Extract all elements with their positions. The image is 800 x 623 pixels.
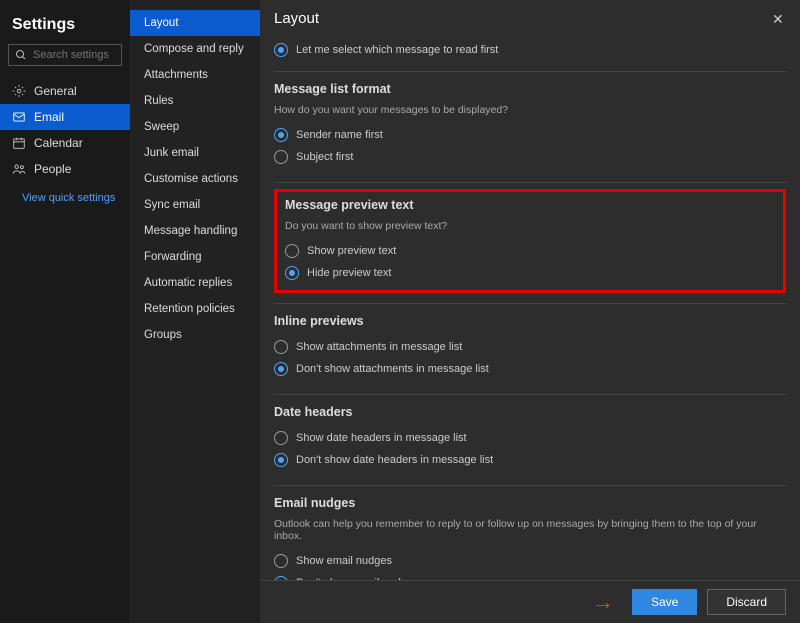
radio-sender-first[interactable]: Sender name first — [274, 124, 786, 146]
settings-title: Settings — [0, 10, 130, 44]
section-title: Date headers — [274, 405, 786, 419]
radio-label: Hide preview text — [307, 267, 391, 279]
menu-handling[interactable]: Message handling — [130, 218, 260, 244]
arrow-annotation-icon: → — [592, 589, 614, 615]
people-icon — [12, 162, 26, 176]
section-title: Message list format — [274, 82, 786, 96]
nav-people[interactable]: People — [0, 156, 130, 182]
section-date-headers: Date headers Show date headers in messag… — [274, 395, 786, 486]
radio-dot-icon — [274, 362, 288, 376]
radio-hide-attachments[interactable]: Don't show attachments in message list — [274, 358, 786, 380]
radio-dot-icon — [274, 43, 288, 57]
nav-label: General — [34, 84, 77, 98]
radio-dot-icon — [274, 128, 288, 142]
search-input[interactable] — [8, 44, 122, 66]
menu-groups[interactable]: Groups — [130, 322, 260, 348]
highlight-box: Message preview text Do you want to show… — [274, 189, 786, 293]
radio-show-attachments[interactable]: Show attachments in message list — [274, 336, 786, 358]
menu-compose[interactable]: Compose and reply — [130, 36, 260, 62]
nav-email[interactable]: Email — [0, 104, 130, 130]
radio-label: Show date headers in message list — [296, 432, 467, 444]
radio-show-nudges[interactable]: Show email nudges — [274, 550, 786, 572]
footer: → Save Discard — [260, 580, 800, 623]
radio-label: Let me select which message to read firs… — [296, 44, 498, 56]
nav-label: Calendar — [34, 136, 83, 150]
section-title: Inline previews — [274, 314, 786, 328]
nav-general[interactable]: General — [0, 78, 130, 104]
radio-let-me-select[interactable]: Let me select which message to read firs… — [274, 39, 786, 61]
menu-customise[interactable]: Customise actions — [130, 166, 260, 192]
radio-label: Don't show date headers in message list — [296, 454, 493, 466]
radio-label: Don't show attachments in message list — [296, 363, 489, 375]
menu-layout[interactable]: Layout — [130, 10, 260, 36]
radio-label: Show email nudges — [296, 555, 392, 567]
radio-dot-icon — [274, 431, 288, 445]
view-quick-settings-link[interactable]: View quick settings — [0, 182, 130, 204]
section-message-list-format: Message list format How do you want your… — [274, 72, 786, 183]
radio-subject-first[interactable]: Subject first — [274, 146, 786, 168]
close-icon[interactable]: ✕ — [772, 12, 786, 26]
mail-icon — [12, 110, 26, 124]
radio-label: Show preview text — [307, 245, 396, 257]
gear-icon — [12, 84, 26, 98]
radio-dot-icon — [285, 266, 299, 280]
search-icon — [15, 49, 27, 61]
panel-content: Let me select which message to read firs… — [260, 35, 800, 580]
section-inline-previews: Inline previews Show attachments in mess… — [274, 304, 786, 395]
section-question: Do you want to show preview text? — [285, 220, 775, 232]
nav-label: People — [34, 162, 71, 176]
nav-calendar[interactable]: Calendar — [0, 130, 130, 156]
radio-dot-icon — [274, 150, 288, 164]
settings-sidebar: Settings General Email Calendar People V… — [0, 0, 130, 623]
content-panel: Layout ✕ Let me select which message to … — [260, 0, 800, 623]
menu-junk[interactable]: Junk email — [130, 140, 260, 166]
radio-show-preview[interactable]: Show preview text — [285, 240, 775, 262]
radio-dot-icon — [274, 554, 288, 568]
radio-label: Subject first — [296, 151, 353, 163]
radio-hide-preview[interactable]: Hide preview text — [285, 262, 775, 284]
radio-hide-nudges[interactable]: Don't show email nudges — [274, 572, 786, 580]
section-email-nudges: Email nudges Outlook can help you rememb… — [274, 486, 786, 580]
menu-retention[interactable]: Retention policies — [130, 296, 260, 322]
submenu: Layout Compose and reply Attachments Rul… — [130, 0, 260, 623]
menu-sweep[interactable]: Sweep — [130, 114, 260, 140]
menu-attachments[interactable]: Attachments — [130, 62, 260, 88]
section-title: Message preview text — [285, 198, 775, 212]
section-question: Outlook can help you remember to reply t… — [274, 518, 786, 542]
radio-hide-date-headers[interactable]: Don't show date headers in message list — [274, 449, 786, 471]
radio-label: Sender name first — [296, 129, 383, 141]
radio-dot-icon — [274, 453, 288, 467]
menu-forwarding[interactable]: Forwarding — [130, 244, 260, 270]
calendar-icon — [12, 136, 26, 150]
menu-autoreplies[interactable]: Automatic replies — [130, 270, 260, 296]
menu-rules[interactable]: Rules — [130, 88, 260, 114]
discard-button[interactable]: Discard — [707, 589, 786, 615]
section-title: Email nudges — [274, 496, 786, 510]
search-field[interactable] — [33, 49, 115, 61]
radio-label: Show attachments in message list — [296, 341, 462, 353]
nav-label: Email — [34, 110, 64, 124]
panel-header: Layout ✕ — [260, 0, 800, 35]
section-question: How do you want your messages to be disp… — [274, 104, 786, 116]
radio-dot-icon — [285, 244, 299, 258]
panel-title: Layout — [274, 10, 319, 27]
radio-dot-icon — [274, 340, 288, 354]
save-button[interactable]: Save — [632, 589, 697, 615]
radio-show-date-headers[interactable]: Show date headers in message list — [274, 427, 786, 449]
menu-sync[interactable]: Sync email — [130, 192, 260, 218]
